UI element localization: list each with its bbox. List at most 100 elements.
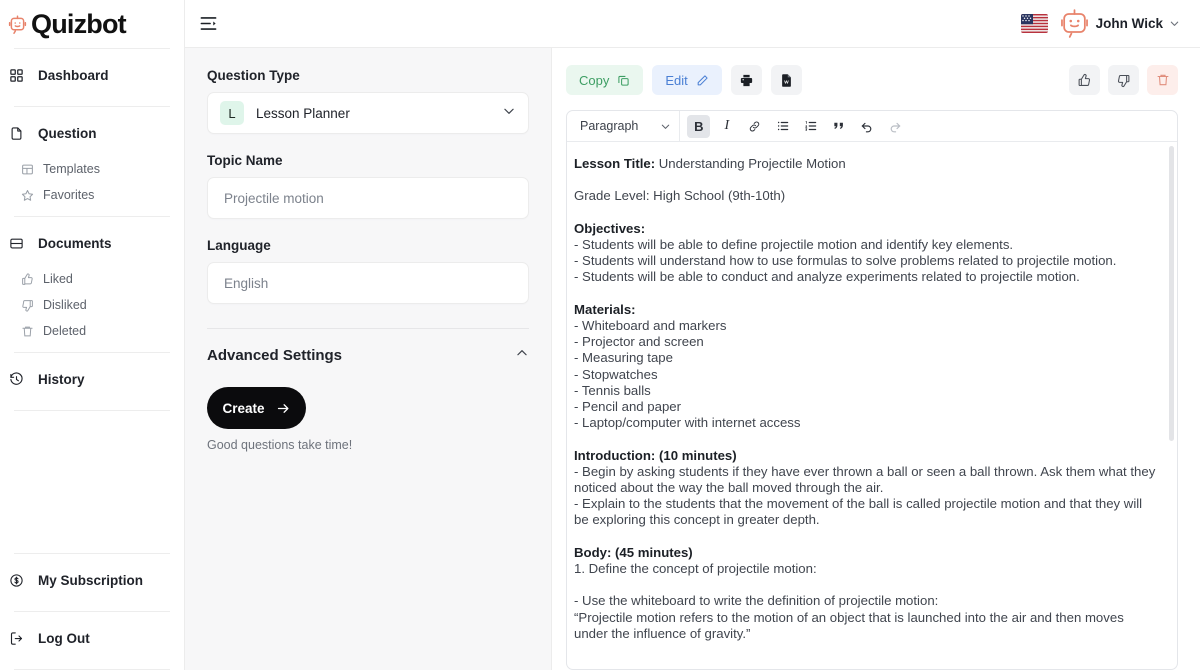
sidebar-item-templates[interactable]: Templates — [0, 156, 184, 182]
sidebar-item-favorites[interactable]: Favorites — [0, 182, 184, 208]
thumbs-up-icon — [1077, 73, 1092, 88]
body-line: - Use the whiteboard to write the defini… — [574, 593, 939, 609]
sidebar-item-history[interactable]: History — [0, 357, 184, 402]
dislike-button[interactable] — [1108, 65, 1139, 95]
body-heading-text: Body: (45 minutes) — [574, 544, 693, 560]
create-hint-text: Good questions take time! — [207, 438, 353, 452]
bullet-list-icon — [776, 119, 790, 133]
sidebar-item-disliked[interactable]: Disliked — [0, 292, 184, 318]
editor-feedback-actions — [1069, 65, 1178, 95]
sidebar-item-label: My Subscription — [38, 573, 144, 588]
user-menu[interactable]: John Wick — [1059, 8, 1180, 39]
bullet-list-button[interactable] — [771, 115, 794, 138]
language-field: Language English — [207, 238, 529, 304]
robot-icon — [6, 13, 28, 35]
lesson-title-label: Lesson Title: — [574, 156, 656, 171]
question-form-panel: Question Type L Lesson Planner Topic Nam… — [185, 48, 552, 670]
bold-button[interactable]: B — [687, 114, 711, 138]
link-icon — [748, 120, 761, 133]
robot-avatar-icon — [1059, 8, 1090, 39]
editor-panel: Copy Edit W Paragraph B I Lesson Title: … — [552, 48, 1200, 670]
introduction-heading: Introduction: (10 minutes) — [574, 448, 1159, 464]
body-heading: Body: (45 minutes) — [574, 545, 1159, 561]
nav-group-question: Question Templates Favorites — [0, 107, 184, 216]
create-button[interactable]: Create — [207, 387, 306, 429]
material-item: - Stopwatches — [574, 366, 658, 382]
body-line: “Projectile motion refers to the motion … — [574, 609, 1124, 641]
undo-button[interactable] — [855, 115, 878, 138]
svg-text:W: W — [784, 79, 789, 84]
topic-name-label: Topic Name — [207, 153, 283, 168]
sidebar-item-dashboard[interactable]: Dashboard — [0, 53, 184, 98]
edit-button[interactable]: Edit — [652, 65, 722, 95]
introduction-paragraph: - Begin by asking students if they have … — [574, 463, 1156, 495]
sidebar-item-liked[interactable]: Liked — [0, 266, 184, 292]
grid-icon — [8, 67, 25, 84]
redo-icon — [888, 119, 902, 133]
sidebar-collapse-icon[interactable] — [199, 14, 218, 33]
document-scrollbar[interactable] — [1169, 146, 1174, 665]
sidebar-item-question[interactable]: Question — [0, 111, 184, 156]
objective-item: - Students will be able to conduct and a… — [574, 269, 1080, 285]
sidebar-item-log-out[interactable]: Log Out — [0, 616, 184, 661]
edit-button-label: Edit — [665, 72, 688, 88]
numbered-list-button[interactable] — [799, 115, 822, 138]
introduction-paragraph: - Explain to the students that the movem… — [574, 496, 1143, 528]
question-type-select[interactable]: L Lesson Planner — [207, 92, 529, 134]
thumbs-up-icon — [20, 272, 34, 286]
like-button[interactable] — [1069, 65, 1100, 95]
scrollbar-thumb[interactable] — [1169, 146, 1174, 441]
main-area: John Wick Question Type L Lesson Planner — [185, 0, 1200, 670]
chevron-down-icon — [502, 104, 516, 123]
print-button[interactable] — [730, 65, 762, 95]
trash-icon — [20, 324, 34, 338]
create-button-label: Create — [222, 400, 265, 416]
folder-icon — [8, 235, 25, 252]
sidebar-item-deleted[interactable]: Deleted — [0, 318, 184, 344]
thumbs-down-icon — [20, 298, 34, 312]
question-type-field: Question Type L Lesson Planner — [207, 68, 529, 134]
redo-button[interactable] — [883, 115, 906, 138]
word-document-icon: W — [779, 73, 794, 88]
dollar-circle-icon — [8, 572, 25, 589]
blockquote-icon — [832, 119, 846, 133]
copy-icon — [617, 74, 630, 87]
nav-group-history: History — [0, 353, 184, 410]
material-item: - Pencil and paper — [574, 399, 682, 414]
editor-toolbar: Paragraph B I — [567, 111, 1177, 142]
body-intro-line: 1. Define the concept of projectile moti… — [574, 561, 817, 576]
us-flag-icon[interactable] — [1020, 14, 1048, 33]
brand-logo[interactable]: Quizbot — [0, 0, 184, 48]
brand-name: Quizbot — [31, 8, 127, 39]
language-label: Language — [207, 238, 271, 253]
document-content[interactable]: Lesson Title: Understanding Projectile M… — [567, 142, 1177, 669]
link-button[interactable] — [743, 115, 766, 138]
user-name-label: John Wick — [1095, 16, 1163, 31]
block-format-value: Paragraph — [580, 119, 639, 133]
copy-button[interactable]: Copy — [566, 65, 644, 95]
block-format-select[interactable]: Paragraph — [571, 111, 681, 141]
delete-button[interactable] — [1147, 65, 1178, 95]
word-export-button[interactable]: W — [770, 65, 802, 95]
advanced-settings-label: Advanced Settings — [207, 347, 343, 364]
question-type-badge: L — [220, 101, 244, 125]
sidebar-item-label: History — [38, 372, 85, 387]
question-type-label: Question Type — [207, 68, 300, 83]
sidebar-item-my-subscription[interactable]: My Subscription — [0, 558, 184, 603]
sidebar-item-label: Disliked — [43, 298, 87, 312]
italic-button[interactable]: I — [715, 115, 738, 138]
materials-heading: Materials: — [574, 302, 1159, 318]
copy-button-label: Copy — [579, 72, 610, 88]
sidebar-item-documents[interactable]: Documents — [0, 221, 184, 266]
pencil-icon — [696, 74, 709, 87]
objective-item: - Students will be able to define projec… — [574, 236, 1014, 252]
advanced-settings-toggle[interactable]: Advanced Settings — [207, 329, 529, 365]
topic-name-input[interactable]: Projectile motion — [207, 177, 529, 219]
material-item: - Measuring tape — [574, 350, 673, 366]
material-item: - Tennis balls — [574, 382, 651, 398]
language-input[interactable]: English — [207, 262, 529, 304]
blockquote-button[interactable] — [827, 115, 850, 138]
numbered-list-icon — [804, 119, 818, 133]
chevron-down-icon — [1169, 18, 1180, 29]
